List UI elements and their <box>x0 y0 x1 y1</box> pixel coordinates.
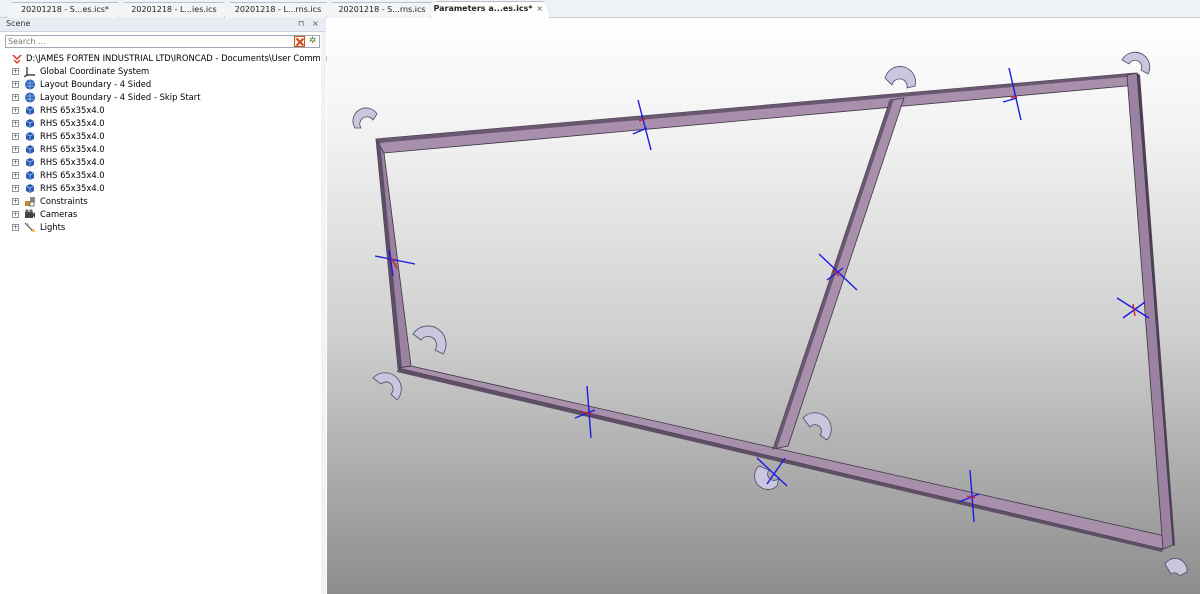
tab-document-active[interactable]: Parameters a...es.ics* × <box>430 1 550 18</box>
expand-icon[interactable]: + <box>12 81 19 88</box>
tab-document-4[interactable]: 20201218 - S...rns.ics <box>326 2 438 18</box>
tree-item-cameras[interactable]: + Cameras <box>8 208 324 221</box>
expand-icon[interactable]: + <box>12 211 19 218</box>
bottom-member-edge <box>397 368 1163 552</box>
tree-item-label: Layout Boundary - 4 Sided <box>40 79 152 89</box>
right-member-edge <box>1137 73 1175 546</box>
elbow-handle-icon[interactable] <box>754 465 780 490</box>
tree-item-rhs-part[interactable]: + RHS 65x35x4.0 <box>8 169 324 182</box>
diagonal-member-edge <box>773 99 894 449</box>
scene-panel-scrollbar[interactable] <box>321 32 326 594</box>
elbow-handle-icon[interactable] <box>372 372 402 401</box>
expand-icon[interactable]: + <box>12 107 19 114</box>
document-tab-strip: 20201218 - S...es.ics* 20201218 - L...ie… <box>0 0 1200 18</box>
scene-render <box>352 51 1188 577</box>
tree-item-rhs-part[interactable]: + RHS 65x35x4.0 <box>8 182 324 195</box>
expand-icon[interactable]: + <box>12 68 19 75</box>
part-icon <box>25 171 35 180</box>
expand-icon[interactable]: + <box>12 120 19 127</box>
part-icon <box>25 145 35 154</box>
ironcad-logo-icon <box>12 55 22 64</box>
tree-item-label: RHS 65x35x4.0 <box>40 144 105 154</box>
part-icon <box>25 106 35 115</box>
3d-viewport[interactable] <box>327 18 1200 594</box>
tab-label: 20201218 - L...rns.ics <box>234 5 322 14</box>
tab-label: 20201218 - S...rns.ics <box>338 5 426 14</box>
top-member-edge <box>376 73 1137 143</box>
tree-item-label: Constraints <box>40 196 88 206</box>
tree-item-rhs-part[interactable]: + RHS 65x35x4.0 <box>8 104 324 117</box>
elbow-handle-icon[interactable] <box>884 66 916 89</box>
scene-panel-title: Scene <box>6 19 31 28</box>
tree-item-rhs-part[interactable]: + RHS 65x35x4.0 <box>8 117 324 130</box>
scene-panel-header: Scene ⊓ × <box>0 18 326 32</box>
part-icon <box>25 158 35 167</box>
cameras-icon <box>25 209 35 218</box>
tree-item-label: RHS 65x35x4.0 <box>40 105 105 115</box>
tree-item-label: RHS 65x35x4.0 <box>40 183 105 193</box>
expand-icon[interactable]: + <box>12 224 19 231</box>
layout-boundary-icon <box>25 79 35 90</box>
search-options-icon[interactable]: ✲ <box>307 36 318 47</box>
tree-item-layout-boundary-skip-start[interactable]: + Layout Boundary - 4 Sided - Skip Start <box>8 91 324 104</box>
tree-item-rhs-part[interactable]: + RHS 65x35x4.0 <box>8 130 324 143</box>
tree-item-lights[interactable]: + Lights <box>8 221 324 234</box>
lights-icon <box>24 222 35 232</box>
part-icon <box>25 184 35 193</box>
scene-search-box: ✲ <box>5 35 320 48</box>
elbow-handle-icon[interactable] <box>352 107 378 129</box>
expand-icon[interactable]: + <box>12 146 19 153</box>
tab-document-3[interactable]: 20201218 - L...rns.ics <box>224 2 332 18</box>
tab-label: Parameters a...es.ics* <box>433 4 533 13</box>
expand-icon[interactable]: + <box>12 198 19 205</box>
tree-item-layout-boundary[interactable]: + Layout Boundary - 4 Sided <box>8 78 324 91</box>
elbow-handle-icon[interactable] <box>1164 558 1188 577</box>
tab-document-1[interactable]: 20201218 - S...es.ics* <box>6 2 124 18</box>
constraints-icon <box>25 197 35 207</box>
tab-label: 20201218 - L...ies.ics <box>131 5 217 14</box>
part-icon <box>25 132 35 141</box>
tree-root-label: D:\JAMES FORTEN INDUSTRIAL LTD\IRONCAD -… <box>26 53 337 63</box>
tree-item-label: RHS 65x35x4.0 <box>40 131 105 141</box>
tree-item-rhs-part[interactable]: + RHS 65x35x4.0 <box>8 143 324 156</box>
tree-item-label: Global Coordinate System <box>40 66 150 76</box>
elbow-handle-icon[interactable] <box>802 412 832 441</box>
tree-item-global-coordinate-system[interactable]: + Global Coordinate System <box>8 65 324 78</box>
tree-item-label: Lights <box>40 222 66 232</box>
tree-item-label: RHS 65x35x4.0 <box>40 170 105 180</box>
tree-item-label: RHS 65x35x4.0 <box>40 157 105 167</box>
tab-close-icon[interactable]: × <box>536 2 543 16</box>
scene-tree: D:\JAMES FORTEN INDUSTRIAL LTD\IRONCAD -… <box>8 52 337 234</box>
tree-item-rhs-part[interactable]: + RHS 65x35x4.0 <box>8 156 324 169</box>
elbow-handle-icon[interactable] <box>412 325 447 355</box>
expand-icon[interactable]: + <box>12 185 19 192</box>
expand-icon[interactable]: + <box>12 94 19 101</box>
tree-item-label: Layout Boundary - 4 Sided - Skip Start <box>40 92 201 102</box>
bottom-member[interactable] <box>397 365 1166 550</box>
expand-icon[interactable]: + <box>12 133 19 140</box>
expand-icon[interactable]: + <box>12 159 19 166</box>
tree-root[interactable]: D:\JAMES FORTEN INDUSTRIAL LTD\IRONCAD -… <box>8 52 337 65</box>
elbow-handle-icon[interactable] <box>1121 51 1151 75</box>
tree-item-label: Cameras <box>40 209 78 219</box>
clear-search-icon[interactable] <box>294 36 305 47</box>
coordinate-system-icon <box>24 67 35 77</box>
pin-icon[interactable]: ⊓ <box>298 19 304 28</box>
expand-icon[interactable]: + <box>12 172 19 179</box>
close-icon[interactable]: × <box>312 19 319 28</box>
tree-item-constraints[interactable]: + Constraints <box>8 195 324 208</box>
tab-label: 20201218 - S...es.ics* <box>21 5 109 14</box>
search-input[interactable] <box>8 36 288 47</box>
tree-item-label: RHS 65x35x4.0 <box>40 118 105 128</box>
scene-panel: Scene ⊓ × ✲ D:\JAMES FORTEN INDUSTRIAL L… <box>0 18 337 594</box>
layout-boundary-icon <box>25 92 35 103</box>
part-icon <box>25 119 35 128</box>
tab-document-2[interactable]: 20201218 - L...ies.ics <box>118 2 230 18</box>
